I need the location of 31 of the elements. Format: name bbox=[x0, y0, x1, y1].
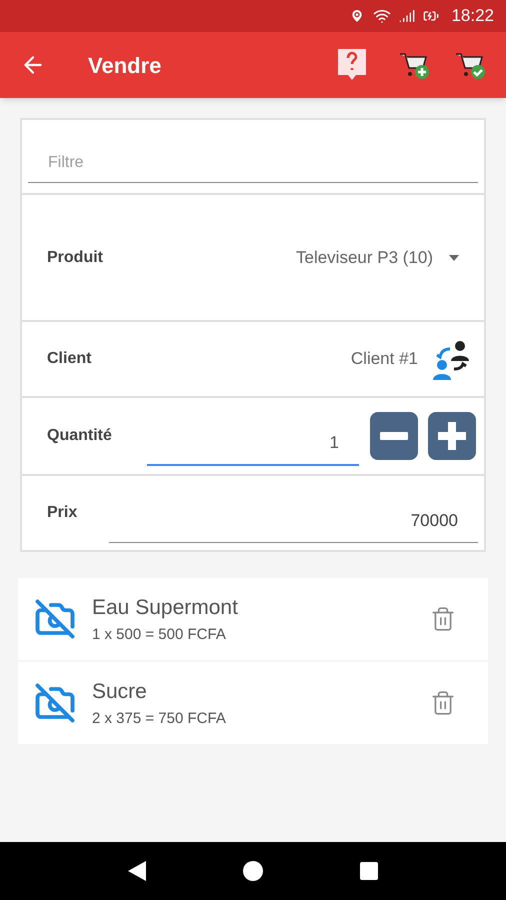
cart-item[interactable]: Eau Supermont 1 x 500 = 500 FCFA bbox=[18, 578, 488, 660]
no-photo-icon bbox=[34, 682, 76, 724]
back-nav-icon[interactable] bbox=[128, 861, 146, 881]
delete-icon[interactable] bbox=[430, 690, 456, 716]
product-label: Produit bbox=[47, 248, 104, 268]
client-value: Client #1 bbox=[350, 348, 418, 370]
wifi-icon bbox=[373, 7, 392, 25]
item-detail: 1 x 500 = 500 FCFA bbox=[92, 624, 227, 644]
no-photo-icon bbox=[34, 598, 76, 640]
product-dropdown[interactable]: Televiseur P3 (10) bbox=[296, 244, 459, 270]
quantity-field[interactable]: 1 bbox=[147, 422, 359, 466]
home-icon[interactable] bbox=[242, 861, 263, 881]
filter-field[interactable]: Filtre bbox=[28, 143, 478, 183]
quantity-label: Quantité bbox=[47, 426, 113, 446]
signal-icon bbox=[399, 8, 416, 24]
price-label: Prix bbox=[47, 503, 78, 523]
item-name: Sucre bbox=[92, 679, 148, 705]
client-label: Client bbox=[47, 349, 92, 369]
recents-icon[interactable] bbox=[360, 862, 378, 880]
price-field[interactable]: 70000 bbox=[109, 499, 478, 543]
delete-icon[interactable] bbox=[430, 606, 456, 632]
item-name: Eau Supermont bbox=[92, 595, 239, 621]
plus-button[interactable] bbox=[428, 412, 476, 460]
plus-icon bbox=[438, 422, 466, 450]
minus-icon bbox=[380, 432, 408, 440]
item-detail: 2 x 375 = 750 FCFA bbox=[92, 708, 227, 728]
minus-button[interactable] bbox=[370, 412, 418, 460]
app-title: Vendre bbox=[88, 52, 162, 80]
dropdown-icon bbox=[449, 254, 459, 260]
cart-item[interactable]: Sucre 2 x 375 = 750 FCFA bbox=[18, 662, 488, 744]
status-time: 18:22 bbox=[451, 5, 494, 28]
